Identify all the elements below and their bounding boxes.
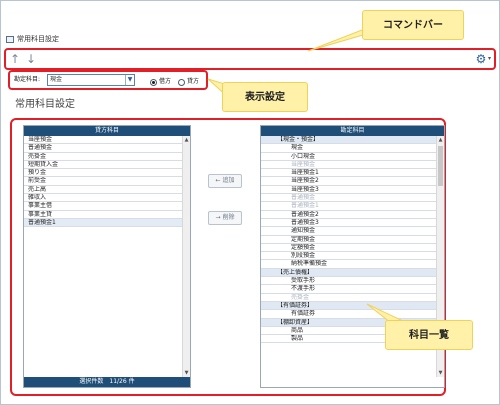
radio-debit[interactable]: 借方	[150, 76, 171, 88]
list-item[interactable]: 受取手形	[261, 277, 436, 286]
list-item[interactable]: 当座預金	[24, 136, 182, 145]
settings-callout: 表示設定	[222, 82, 308, 112]
list-item[interactable]: 売上高	[24, 186, 182, 195]
radio-credit[interactable]: 貸方	[178, 76, 199, 88]
list-callout: 科目一覧	[385, 320, 473, 350]
credit-panel-header: 貸方科目	[24, 126, 190, 136]
scroll-down-icon[interactable]: ▼	[437, 369, 444, 377]
list-item[interactable]: 定期預金	[261, 236, 436, 244]
list-item[interactable]: 普通預金3	[261, 219, 436, 228]
list-item[interactable]: 前受金	[24, 177, 182, 186]
radio-credit-label: 貸方	[187, 78, 200, 85]
scroll-thumb[interactable]	[438, 146, 443, 186]
scroll-up-icon[interactable]: ▲	[183, 136, 190, 144]
category-row[interactable]: 【現金・預金】	[261, 136, 436, 145]
commandbar-callout: コマンドバー	[362, 10, 464, 40]
list-item[interactable]: 売掛金	[24, 153, 182, 161]
list-item[interactable]: 普通預金	[261, 194, 436, 203]
arrow-up-icon[interactable]: ↑	[9, 51, 21, 67]
list-item[interactable]: 当座預金1	[261, 169, 436, 178]
list-item[interactable]: 預り金	[24, 169, 182, 178]
add-button[interactable]: ← 追加	[208, 174, 242, 188]
tab-common-accounts[interactable]: 常用科目設定	[6, 32, 59, 46]
category-row[interactable]: 【売上債権】	[261, 268, 436, 278]
list-item[interactable]: 事業主貸	[24, 211, 182, 219]
radio-debit-button[interactable]	[150, 78, 157, 86]
selected-count: 選択件数 11/26 件	[24, 377, 190, 387]
arrow-down-icon[interactable]: ↓	[25, 51, 37, 67]
account-select[interactable]: 現金 ▼	[47, 74, 135, 86]
credit-account-panel: 貸方科目 当座預金 普通預金 売掛金 短期貸入金 預り金 前受金 売上高 雑収入 事業主借 事業主…	[23, 125, 191, 388]
credit-account-list: 当座預金 普通預金 売掛金 短期貸入金 預り金 前受金 売上高 雑収入 事業主借 事業主貸 普通預金…	[24, 136, 182, 228]
gear-icon[interactable]: ⚙	[474, 51, 488, 67]
list-item[interactable]: 普通預金	[24, 144, 182, 153]
list-item[interactable]: 当座預金2	[261, 177, 436, 186]
account-panel-header: 勘定科目	[261, 126, 444, 136]
list-item[interactable]: 普通預金1	[24, 218, 182, 228]
account-label: 勘定科目:	[14, 76, 41, 83]
account-select-value: 現金	[50, 76, 63, 83]
list-item[interactable]: 納税準備預金	[261, 260, 436, 269]
scroll-up-icon[interactable]: ▲	[437, 136, 444, 144]
list-item[interactable]: 定額預金	[261, 244, 436, 253]
radio-credit-button[interactable]	[178, 78, 185, 86]
list-item[interactable]: 普通預金2	[261, 211, 436, 219]
left-scrollbar[interactable]: ▲ ▼	[182, 136, 190, 377]
radio-debit-label: 借方	[159, 78, 172, 85]
list-item[interactable]: 当座預金	[261, 161, 436, 170]
tab-label: 常用科目設定	[17, 35, 59, 43]
list-item[interactable]: 当座預金3	[261, 186, 436, 195]
list-item[interactable]: 別段預金	[261, 252, 436, 261]
page-title: 常用科目設定	[15, 99, 75, 110]
list-item[interactable]: 短期貸入金	[24, 161, 182, 170]
scroll-down-icon[interactable]: ▼	[183, 369, 190, 377]
remove-button[interactable]: → 削除	[208, 211, 242, 225]
window-icon	[6, 35, 14, 43]
list-item[interactable]: 雑収入	[24, 194, 182, 203]
list-item[interactable]: 不渡手形	[261, 285, 436, 294]
list-item[interactable]: 通知預金	[261, 227, 436, 236]
list-item[interactable]: 事業主借	[24, 202, 182, 211]
list-item[interactable]: 小口現金	[261, 153, 436, 161]
list-item[interactable]: 普通預金1	[261, 202, 436, 211]
chevron-down-icon[interactable]: ▼	[125, 75, 134, 85]
chevron-down-icon[interactable]: ▾	[488, 52, 496, 66]
list-item[interactable]: 現金	[261, 144, 436, 153]
